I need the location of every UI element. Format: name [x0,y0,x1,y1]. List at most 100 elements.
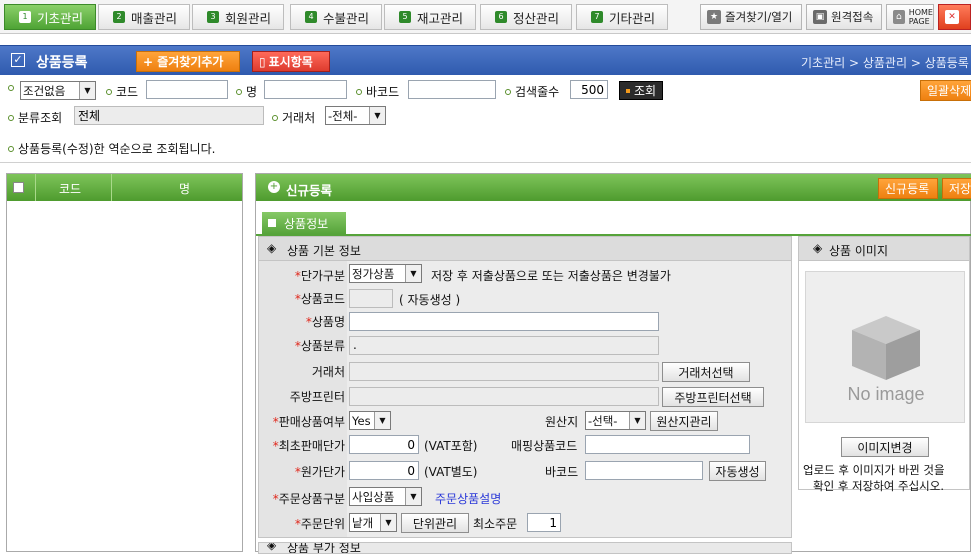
save-button[interactable]: 저장 [942,178,971,199]
column-code: 코드 [59,182,82,196]
product-code-input [349,289,393,308]
column-name: 명 [179,182,191,196]
home-page-button[interactable]: ⌂ HOME PAGE [886,4,934,30]
basic-info-title: 상품 기본 정보 [287,244,361,258]
tab-etc-management[interactable]: 7 기타관리 [576,4,668,30]
square-icon [268,219,276,227]
diamond-icon: ◈ [267,542,277,552]
code-input[interactable] [146,80,228,99]
code-label: 코드 [106,83,138,100]
min-price-input[interactable] [349,435,419,454]
diamond-icon: ◈ [813,241,823,255]
search-count-label: 검색줄수 [505,83,559,100]
origin-management-button[interactable]: 원산지관리 [650,411,718,431]
tab-member-management[interactable]: 3 회원관리 [192,4,284,30]
image-section: ◈ 상품 이미지 No image 이미지변경 업로드 후 이미지가 바뀐 것을… [798,236,970,493]
document-icon: ▯ [259,54,266,69]
for-sale-select[interactable]: Yes ▼ [349,411,391,430]
tab-inout-management[interactable]: 4 수불관리 [290,4,382,30]
tab-product-info[interactable]: 상품정보 [262,212,346,234]
condition-select[interactable]: 조건없음 ▼ [20,81,96,100]
tab-settlement-management[interactable]: 6 정산관리 [480,4,572,30]
barcode-field-label: 바코드 [545,465,579,479]
logout-button[interactable]: ✕ [938,4,971,30]
basic-info-section: ◈ 상품 기본 정보 *단가구분 정가상품 ▼ 저장 후 저출상품으로 또는 저출… [258,236,792,538]
vendor-label: 거래처 [272,109,315,126]
order-unit-select[interactable]: 낱개 ▼ [349,513,397,532]
cost-price-input[interactable] [349,461,419,480]
product-name-input[interactable] [349,312,659,331]
favorites-open-button[interactable]: ★ 즐겨찾기/열기 [700,4,802,30]
checkbox-icon: ✓ [11,53,25,67]
min-order-input[interactable] [527,513,561,532]
price-type-label: *단가구분 [294,269,345,283]
product-category-input[interactable]: . [349,336,659,355]
product-code-note: ( 자동생성 ) [399,293,461,307]
for-sale-label: *판매상품여부 [272,415,345,429]
tab-basic-management[interactable]: 1 기초관리 [4,4,96,30]
name-label: 명 [236,83,257,100]
product-name-label: *상품명 [305,315,345,329]
vendor-field-label: 거래처 [311,365,345,379]
star-icon: ★ [707,10,721,24]
vendor-select[interactable]: -전체- ▼ [325,106,386,125]
page-title: 상품등록 [36,55,88,71]
unit-management-button[interactable]: 단위관리 [401,513,469,533]
name-input[interactable] [264,80,347,99]
display-items-button[interactable]: ▯ 표시항목 [252,51,330,72]
cost-price-unit: (VAT별도) [424,465,478,479]
cost-price-label: *원가단가 [294,465,345,479]
image-note-line1: 업로드 후 이미지가 바뀐 것을 [803,463,945,477]
change-image-button[interactable]: 이미지변경 [841,437,929,457]
product-image-placeholder: No image [805,271,965,423]
search-button[interactable]: 조회 [619,81,664,100]
category-input[interactable] [74,106,264,125]
order-type-label: *주문상품구분 [272,492,345,506]
order-type-select[interactable]: 사입상품 ▼ [349,487,422,506]
new-register-title: 신규등록 [286,183,333,198]
chevron-down-icon: ▼ [369,107,385,124]
image-note-line2: 확인 후 저장하여 주십시오. [813,479,945,493]
barcode-input[interactable] [408,80,496,99]
extra-info-section: ◈ 상품 부가 정보 [258,542,792,554]
close-icon: ✕ [945,10,959,24]
divider [0,162,971,163]
matching-code-input[interactable] [585,435,750,454]
chevron-down-icon: ▼ [374,412,390,429]
kitchen-printer-select-button[interactable]: 주방프린터선택 [662,387,764,407]
image-section-title: 상품 이미지 [829,244,889,258]
page-title-bar: ✓ 상품등록 + 즐겨찾기추가 ▯ 표시항목 기초관리 > 상품관리 > 상품등록 [0,45,971,75]
remote-access-button[interactable]: ▣ 원격접속 [806,4,882,30]
tab-sales-management[interactable]: 2 매출관리 [98,4,190,30]
min-order-label: 최소주문 [473,517,518,531]
barcode-autogen-button[interactable]: 자동생성 [709,461,766,481]
product-category-label: *상품분류 [294,339,345,353]
plus-circle-icon: + [268,181,280,193]
bulk-delete-button[interactable]: 일괄삭제 [920,80,971,101]
barcode-label: 바코드 [356,83,399,100]
price-type-note: 저장 후 저출상품으로 또는 저출상품은 변경불가 [431,269,671,283]
add-favorite-button[interactable]: + 즐겨찾기추가 [136,51,240,72]
new-register-button[interactable]: 신규등록 [878,178,938,199]
order-type-help-link[interactable]: 주문상품설명 [435,490,501,507]
kitchen-printer-input [349,387,659,406]
vendor-select-button[interactable]: 거래처선택 [662,362,750,382]
category-label: 분류조회 [8,109,62,126]
price-type-select[interactable]: 정가상품 ▼ [349,264,422,283]
chevron-down-icon: ▼ [405,488,421,505]
select-all-checkbox[interactable] [13,182,24,193]
product-edit-panel: + 신규등록 신규등록 저장 상품정보 ◈ 상품 기본 정보 *단가구분 정가상… [255,173,971,554]
origin-select[interactable]: -선택- ▼ [585,411,646,430]
tab-inventory-management[interactable]: 5 재고관리 [384,4,476,30]
chevron-down-icon: ▼ [79,82,95,99]
no-image-text: No image [847,384,925,404]
product-list-panel: 코드 명 [6,173,243,552]
new-register-header: + 신규등록 신규등록 저장 [256,174,971,201]
matching-code-label: 매핑상품코드 [511,439,578,453]
min-price-unit: (VAT포함) [424,439,478,453]
diamond-icon: ◈ [267,241,277,255]
bullet-icon [8,81,18,95]
search-count-input[interactable] [570,80,608,99]
barcode-field-input[interactable] [585,461,703,480]
product-code-label: *상품코드 [294,292,345,306]
